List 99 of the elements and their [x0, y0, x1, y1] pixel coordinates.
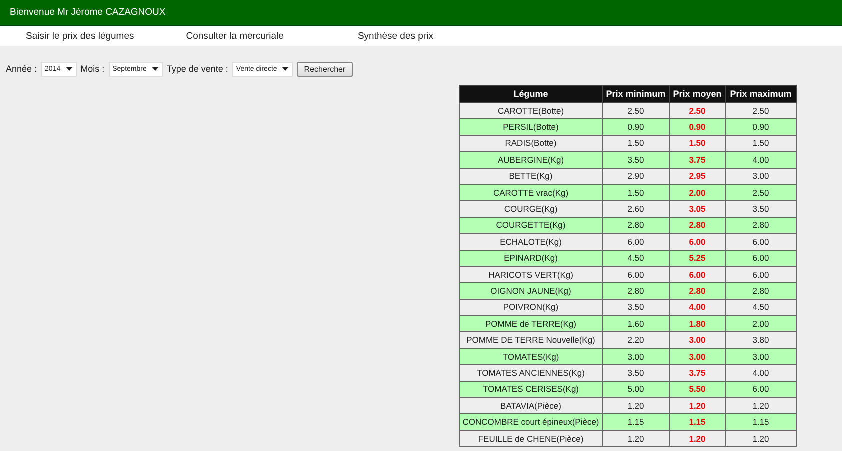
table-cell: PERSIL(Botte): [460, 118, 602, 136]
filter-label: Année :: [6, 64, 38, 74]
table-cell: 5.25: [670, 250, 726, 266]
welcome-text: Bienvenue Mr Jérome CAZAGNOUX: [10, 7, 166, 18]
table-cell: 2.80: [670, 282, 726, 300]
nav-link[interactable]: Synthèse des prix: [358, 30, 434, 42]
column-header: Légume: [460, 86, 602, 102]
table-cell: 1.20: [726, 430, 796, 447]
table-cell: EPINARD(Kg): [460, 250, 602, 266]
table-cell: 2.80: [602, 282, 670, 300]
table-cell: 1.50: [602, 135, 670, 152]
table-cell: 0.90: [602, 118, 670, 136]
table-cell: 2.80: [726, 282, 796, 300]
table-cell: 2.00: [670, 184, 726, 201]
table-cell: 1.20: [602, 430, 670, 447]
table-cell: BATAVIA(Pièce): [460, 398, 602, 414]
table-cell: 2.00: [726, 316, 796, 332]
table-cell: 2.90: [602, 168, 670, 184]
table-cell: POMME DE TERRE Nouvelle(Kg): [460, 332, 602, 348]
table-cell: 2.95: [670, 168, 726, 184]
table-cell: 1.20: [670, 398, 726, 414]
table-cell: COURGE(Kg): [460, 200, 602, 218]
table-cell: AUBERGINE(Kg): [460, 152, 602, 168]
caret-icon: [152, 67, 159, 71]
table-cell: ECHALOTE(Kg): [460, 234, 602, 250]
table-cell: FEUILLE de CHENE(Pièce): [460, 430, 602, 447]
table-cell: 1.50: [602, 184, 670, 201]
table-cell: 4.00: [726, 364, 796, 382]
table-cell: TOMATES(Kg): [460, 348, 602, 365]
table-cell: 5.50: [670, 381, 726, 398]
table-cell: OIGNON JAUNE(Kg): [460, 282, 602, 300]
table-cell: 3.50: [726, 200, 796, 218]
table-cell: 1.20: [726, 398, 796, 414]
table-cell: RADIS(Botte): [460, 135, 602, 152]
table-cell: 6.00: [726, 250, 796, 266]
table-cell: 3.00: [670, 348, 726, 365]
table-cell: 3.00: [602, 348, 670, 365]
table-cell: HARICOTS VERT(Kg): [460, 266, 602, 283]
table-cell: 3.75: [670, 152, 726, 168]
table-cell: 2.80: [670, 217, 726, 234]
table-cell: 1.15: [726, 414, 796, 430]
table-cell: 6.00: [670, 266, 726, 283]
table-cell: 6.00: [726, 266, 796, 283]
table-cell: 2.50: [726, 102, 796, 119]
table-cell: CAROTTE(Botte): [460, 102, 602, 119]
table-cell: 3.80: [726, 332, 796, 348]
table-cell: 1.50: [726, 135, 796, 152]
table-cell: 0.90: [670, 118, 726, 136]
table-cell: 2.50: [670, 102, 726, 119]
table-cell: 3.00: [670, 332, 726, 348]
caret-icon: [66, 67, 73, 71]
table-cell: CONCOMBRE court épineux(Pièce): [460, 414, 602, 430]
table-cell: 2.80: [726, 217, 796, 234]
table-cell: 1.15: [602, 414, 670, 430]
table-cell: 3.00: [726, 348, 796, 365]
table-cell: 4.50: [602, 250, 670, 266]
table-cell: 1.20: [602, 398, 670, 414]
table-cell: 4.00: [726, 152, 796, 168]
column-header: Prix moyen: [670, 86, 726, 102]
table-cell: POMME de TERRE(Kg): [460, 316, 602, 332]
table-cell: CAROTTE vrac(Kg): [460, 184, 602, 201]
table-cell: 1.20: [670, 430, 726, 447]
table-cell: BETTE(Kg): [460, 168, 602, 184]
table-cell: COURGETTE(Kg): [460, 217, 602, 234]
table-cell: 3.50: [602, 364, 670, 382]
table-cell: 1.60: [602, 316, 670, 332]
table-cell: 6.00: [726, 234, 796, 250]
table-cell: 2.80: [602, 217, 670, 234]
table-cell: 5.00: [602, 381, 670, 398]
table-cell: 2.20: [602, 332, 670, 348]
table-cell: 1.80: [670, 316, 726, 332]
table-cell: TOMATES ANCIENNES(Kg): [460, 364, 602, 382]
table-cell: 6.00: [602, 234, 670, 250]
table-cell: 2.50: [726, 184, 796, 201]
filter-label: Type de vente :: [166, 64, 228, 74]
table-cell: 3.00: [726, 168, 796, 184]
table-cell: 1.50: [670, 135, 726, 152]
table-cell: 6.00: [670, 234, 726, 250]
nav-link[interactable]: Consulter la mercuriale: [186, 30, 284, 42]
table-cell: 4.50: [726, 299, 796, 316]
table-cell: 0.90: [726, 118, 796, 136]
table-cell: 2.50: [602, 102, 670, 119]
table-cell: 3.50: [602, 152, 670, 168]
table-cell: 1.15: [670, 414, 726, 430]
table-cell: 6.00: [602, 266, 670, 283]
table-cell: 4.00: [670, 299, 726, 316]
column-header: Prix minimum: [602, 86, 670, 102]
column-header: Prix maximum: [726, 86, 796, 102]
table-cell: 2.60: [602, 200, 670, 218]
caret-icon: [282, 67, 290, 71]
table-cell: 3.50: [602, 299, 670, 316]
table-cell: 6.00: [726, 381, 796, 398]
nav-link[interactable]: Saisir le prix des légumes: [26, 30, 134, 42]
table-cell: 3.75: [670, 364, 726, 382]
table-cell: TOMATES CERISES(Kg): [460, 381, 602, 398]
table-cell: 3.05: [670, 200, 726, 218]
table-cell: POIVRON(Kg): [460, 299, 602, 316]
search-button[interactable]: Rechercher: [297, 62, 353, 76]
filter-label: Mois :: [80, 64, 105, 74]
